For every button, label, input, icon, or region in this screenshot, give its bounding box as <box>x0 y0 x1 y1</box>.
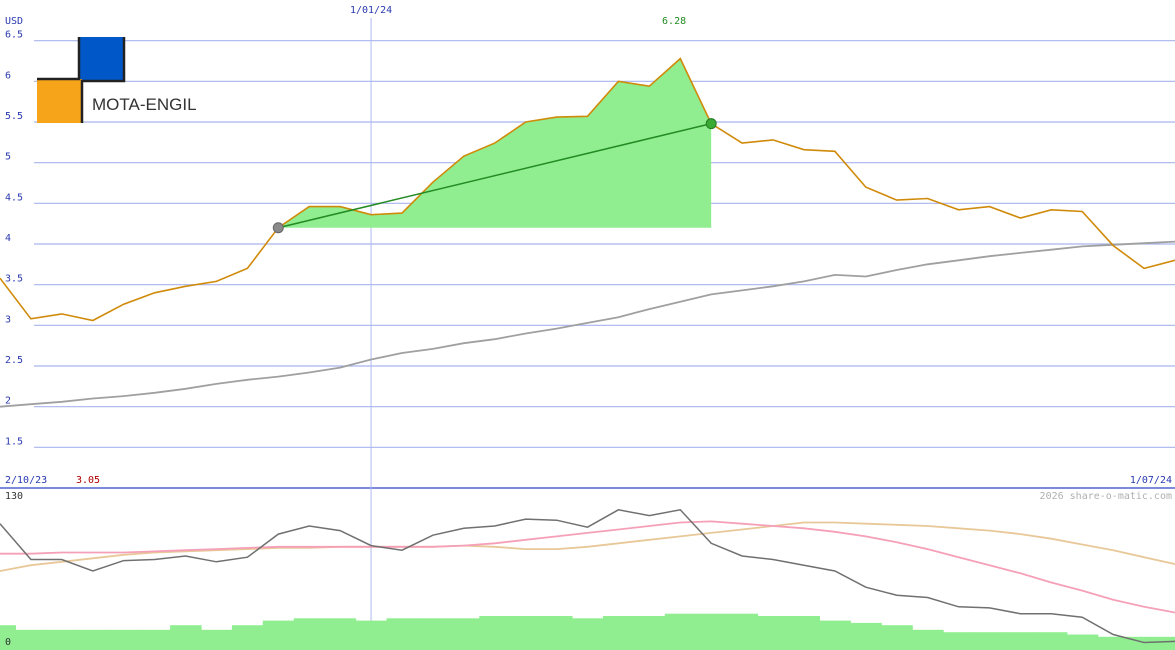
y-tick-label: 3 <box>5 314 11 325</box>
volume-bar <box>788 616 820 650</box>
volume-bar <box>819 620 851 650</box>
volume-bar <box>633 616 666 650</box>
gain-start-point <box>272 222 284 234</box>
volume-bar <box>943 632 975 650</box>
oscillator-bottom-label: 0 <box>5 637 11 648</box>
volume-bar <box>510 616 542 650</box>
volume-bar <box>603 616 635 650</box>
company-logo: MOTA-ENGIL <box>37 37 197 123</box>
oscillator-layer <box>0 508 1175 650</box>
volume-bar <box>386 618 418 650</box>
volume-bar <box>757 616 790 650</box>
volume-bar <box>850 622 882 650</box>
volume-bar <box>1004 632 1037 650</box>
volume-bar <box>231 625 264 650</box>
volume-bar <box>448 618 480 650</box>
volume-bar <box>170 625 202 650</box>
stock-chart: 6.5 6 5.5 5 4.5 4 3.5 3 2.5 2 1.5 USD 1/01/24 6.28 2/1… <box>0 5 1175 650</box>
y-tick-label: 4.5 <box>5 192 23 203</box>
volume-bar <box>881 625 913 650</box>
y-tick-label: 3.5 <box>5 274 23 285</box>
volume-bar <box>572 618 604 650</box>
y-tick-label: 5.5 <box>5 111 23 122</box>
moving-average-line <box>0 240 1175 408</box>
volume-bar <box>293 618 326 650</box>
logo-name: MOTA-ENGIL <box>92 95 197 114</box>
volume-bar <box>324 618 357 650</box>
y-tick-label: 1.5 <box>5 436 23 447</box>
volume-bar <box>355 620 388 650</box>
volume-bar <box>695 613 728 650</box>
y-tick-label: 6.5 <box>5 30 23 41</box>
gain-end-point <box>705 118 717 130</box>
volume-bar <box>1128 636 1161 650</box>
y-tick-label: 6 <box>5 70 11 81</box>
volume-bar <box>479 616 511 650</box>
volume-bar <box>417 618 449 650</box>
currency-label: USD <box>5 16 23 27</box>
volume-bar <box>726 613 759 650</box>
logo-orange-square <box>37 79 82 123</box>
volume-bar <box>1035 632 1068 650</box>
volume-bar <box>912 629 944 650</box>
volume-bar <box>1066 634 1099 650</box>
volume-bar <box>201 629 233 650</box>
volume-bar <box>15 629 47 650</box>
y-tick-label: 4 <box>5 233 11 244</box>
volume-bar <box>664 613 697 650</box>
volume-bar <box>541 616 573 650</box>
watermark: 2026 share-o-matic.com <box>1040 491 1172 502</box>
slow-average-line <box>0 521 1175 572</box>
mid-date-label: 1/01/24 <box>350 5 392 16</box>
y-tick-label: 2.5 <box>5 355 23 366</box>
volume-bar <box>108 629 140 650</box>
y-tick-label: 5 <box>5 152 11 163</box>
volume-bar <box>1159 636 1175 650</box>
volume-bar <box>262 620 295 650</box>
volume-bar <box>77 629 109 650</box>
volume-bar <box>974 632 1006 650</box>
fast-average-line <box>0 520 1175 614</box>
y-tick-label: 2 <box>5 396 11 407</box>
start-date-label: 2/10/23 <box>5 475 47 486</box>
volume-bar <box>46 629 78 650</box>
end-date-label: 1/07/24 <box>1130 475 1172 486</box>
volume-bar <box>1097 636 1130 650</box>
oscillator-top-label: 130 <box>5 491 23 502</box>
volume-bar <box>139 629 171 650</box>
min-price-label: 3.05 <box>76 475 100 486</box>
max-price-label: 6.28 <box>662 16 686 27</box>
logo-blue-square <box>79 37 124 82</box>
